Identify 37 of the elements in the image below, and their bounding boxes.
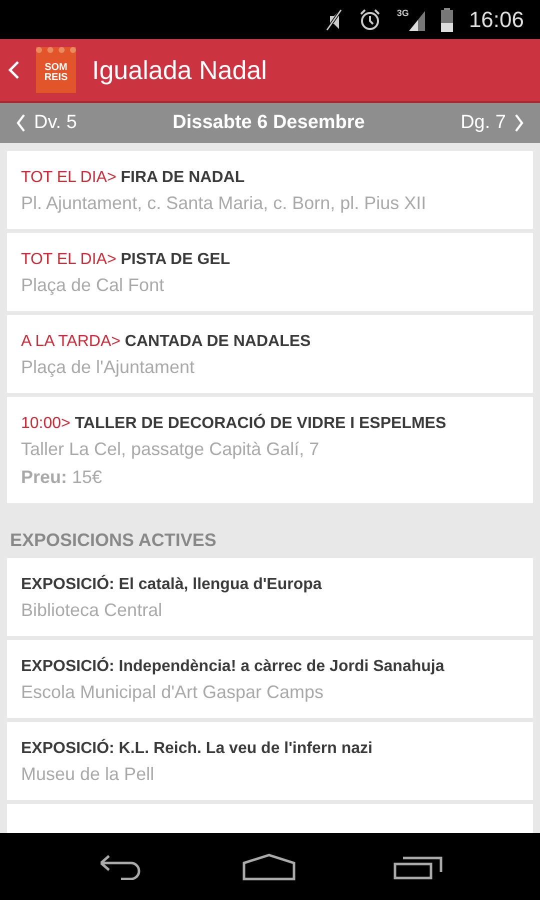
event-card[interactable]: 10:00> TALLER DE DECORACIÓ DE VIDRE I ESPELMES Taller La Cel, passatge Capità Galí, 7 Preu: 15€ bbox=[7, 397, 533, 503]
exhibition-title: EXPOSICIÓ: Independència! a càrrec de Jordi Sanahuja bbox=[21, 656, 446, 677]
exhibition-title: EXPOSICIÓ: K.L. Reich. La veu de l'infern nazi bbox=[21, 738, 374, 759]
exhibition-place: Museu de la Pell bbox=[21, 763, 156, 786]
exhibition-place: Biblioteca Central bbox=[21, 599, 164, 622]
home-icon[interactable] bbox=[242, 852, 296, 880]
chevron-left-icon bbox=[16, 114, 26, 132]
signal-icon bbox=[408, 8, 425, 30]
section-heading: EXPOSICIONS ACTIVES bbox=[9, 529, 218, 552]
logo-text: SOM bbox=[44, 63, 68, 73]
event-heading: TOT EL DIA> FIRA DE NADAL bbox=[21, 168, 246, 188]
clock-time: 16:06 bbox=[468, 6, 524, 34]
event-place: Plaça de Cal Font bbox=[21, 274, 166, 297]
event-price: Preu: 15€ bbox=[21, 466, 104, 489]
exhibition-card[interactable]: EXPOSICIÓ: K.L. Reich. La veu de l'infern nazi Museu de la Pell bbox=[7, 722, 533, 800]
chevron-right-icon bbox=[514, 114, 524, 132]
event-card[interactable]: TOT EL DIA> FIRA DE NADAL Pl. Ajuntament, c. Santa Maria, c. Born, pl. Pius XII bbox=[7, 151, 533, 229]
event-heading: TOT EL DIA> PISTA DE GEL bbox=[21, 250, 232, 270]
event-card[interactable]: TOT EL DIA> PISTA DE GEL Plaça de Cal Font bbox=[7, 233, 533, 311]
current-date: Dissabte 6 Desembre bbox=[172, 110, 365, 135]
alarm-clock-icon bbox=[358, 8, 381, 30]
app-title: Igualada Nadal bbox=[92, 54, 267, 86]
exhibition-place: Escola Municipal d'Art Gaspar Camps bbox=[21, 681, 325, 704]
network-type-label: 3G bbox=[396, 8, 409, 18]
event-place: Pl. Ajuntament, c. Santa Maria, c. Born, pl. Pius XII bbox=[21, 192, 428, 215]
event-card[interactable]: A LA TARDA> CANTADA DE NADALES Plaça de l'Ajuntament bbox=[7, 315, 533, 393]
event-place: Plaça de l'Ajuntament bbox=[21, 356, 196, 379]
battery-icon bbox=[440, 8, 453, 32]
event-place: Taller La Cel, passatge Capità Galí, 7 bbox=[21, 438, 320, 461]
back-chevron-icon[interactable] bbox=[8, 60, 20, 80]
mute-icon bbox=[324, 8, 343, 32]
logo-text: REIS bbox=[44, 73, 68, 83]
event-heading: A LA TARDA> CANTADA DE NADALES bbox=[21, 332, 312, 352]
exhibition-card[interactable]: EXPOSICIÓ: Independència! a càrrec de Jordi Sanahuja Escola Municipal d'Art Gaspar Camps bbox=[7, 640, 533, 718]
event-heading: 10:00> TALLER DE DECORACIÓ DE VIDRE I ESPELMES bbox=[21, 413, 448, 434]
exhibition-card[interactable]: EXPOSICIÓ: El català, llengua d'Europa Biblioteca Central bbox=[7, 558, 533, 636]
exhibition-title: EXPOSICIÓ: El català, llengua d'Europa bbox=[21, 574, 323, 595]
